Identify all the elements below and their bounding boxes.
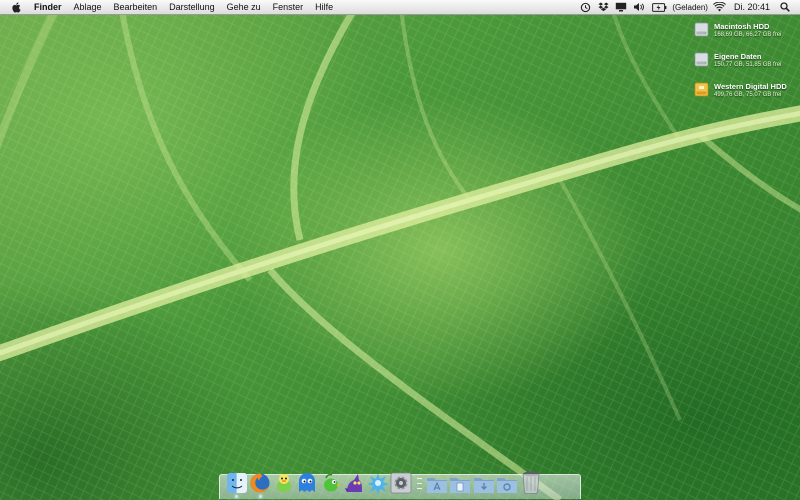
dock-finder[interactable] <box>225 468 248 498</box>
leaf-veins <box>0 0 800 500</box>
spotlight-search-icon[interactable] <box>779 1 791 13</box>
external-drive-icon <box>694 82 709 97</box>
menu-ablage[interactable]: Ablage <box>68 0 108 14</box>
menu-bearbeiten[interactable]: Bearbeiten <box>108 0 164 14</box>
menu-clock[interactable]: Di. 20:41 <box>734 2 770 12</box>
menu-darstellung[interactable]: Darstellung <box>163 0 221 14</box>
green-bird-icon <box>323 473 341 492</box>
drive-name: Macintosh HDD <box>714 22 770 31</box>
dock <box>225 464 543 498</box>
dock-purple-creature-app[interactable] <box>343 468 366 494</box>
dropbox-icon[interactable] <box>597 1 609 13</box>
apple-icon[interactable] <box>8 0 24 14</box>
drive-name: Eigene Daten <box>714 52 762 61</box>
dock-firefox[interactable] <box>249 468 272 498</box>
dock-documents-stack[interactable] <box>449 468 472 494</box>
menu-gehe-zu[interactable]: Gehe zu <box>221 0 267 14</box>
desktop-wallpaper <box>0 0 800 500</box>
desktop-drive-western-digital[interactable]: Western Digital HDD 499,76 GB, 75,07 GB … <box>694 82 787 99</box>
trash-icon <box>522 471 539 494</box>
dock-trash[interactable] <box>519 468 542 494</box>
desktop-drive-eigene-daten[interactable]: Eigene Daten 150,77 GB, 51,85 GB frei <box>694 52 781 69</box>
dock-separator[interactable] <box>415 472 423 494</box>
display-icon[interactable] <box>615 1 627 13</box>
menu-bar: Finder Ablage Bearbeiten Darstellung Geh… <box>0 0 800 15</box>
dock-system-preferences[interactable] <box>390 468 413 494</box>
downloads-folder-icon <box>473 478 494 493</box>
utilities-folder-icon <box>497 478 517 493</box>
dock-utilities-stack[interactable] <box>496 468 519 494</box>
wifi-icon[interactable] <box>713 1 727 13</box>
blue-monster-icon <box>299 473 315 492</box>
finder-icon <box>226 473 247 493</box>
internal-drive-icon <box>694 22 709 37</box>
firefox-icon <box>250 473 270 493</box>
volume-icon[interactable] <box>633 1 645 13</box>
menu-finder[interactable]: Finder <box>24 0 68 14</box>
dock-green-bird-app[interactable] <box>319 468 342 494</box>
drive-info: 168,69 GB, 66,27 GB frei <box>714 32 782 38</box>
desktop-drive-macintosh-hdd[interactable]: Macintosh HDD 168,69 GB, 66,27 GB frei <box>694 22 781 39</box>
system-preferences-icon <box>390 472 412 494</box>
menu-fenster[interactable]: Fenster <box>267 0 310 14</box>
adium-duck-icon <box>276 474 291 492</box>
dock-adium[interactable] <box>272 468 295 494</box>
dock-blue-monster-app[interactable] <box>296 468 319 494</box>
dock-blue-burst-app[interactable] <box>366 468 389 494</box>
drive-info: 499,76 GB, 75,07 GB frei <box>714 92 782 98</box>
menu-hilfe[interactable]: Hilfe <box>309 0 339 14</box>
drive-info: 150,77 GB, 51,85 GB frei <box>714 62 782 68</box>
dock-downloads-stack[interactable] <box>472 468 495 494</box>
dock-applications-stack[interactable] <box>425 468 448 494</box>
applications-folder-icon <box>426 478 447 493</box>
documents-folder-icon <box>450 478 470 493</box>
purple-creature-icon <box>345 474 362 492</box>
status-area: (Geladen) Di. 20:41 <box>576 0 800 14</box>
battery-icon[interactable] <box>651 1 667 13</box>
internal-drive-icon <box>694 52 709 67</box>
blue-burst-icon <box>366 473 389 494</box>
drive-name: Western Digital HDD <box>714 82 787 91</box>
battery-status-text: (Geladen) <box>672 2 708 12</box>
time-machine-icon[interactable] <box>579 1 591 13</box>
